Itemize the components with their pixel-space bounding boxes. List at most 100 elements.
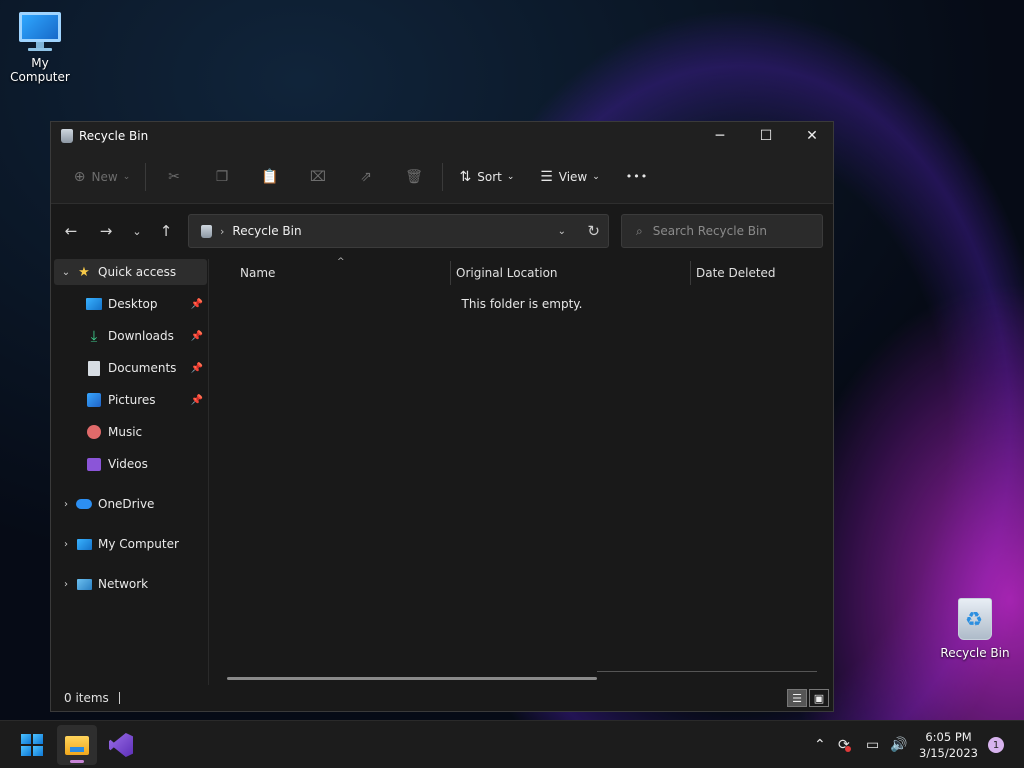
- chevron-right-icon[interactable]: ›: [56, 539, 76, 550]
- desktop-icon-recycle-bin[interactable]: Recycle Bin: [935, 598, 1015, 660]
- toolbar-separator: [442, 162, 443, 191]
- music-icon: [87, 425, 101, 439]
- recent-locations-button[interactable]: ⌄: [123, 218, 151, 244]
- navigation-pane: ⌄ ★ Quick access Desktop 📌 ⤓ Downloads 📌…: [51, 259, 209, 685]
- close-button[interactable]: ✕: [789, 122, 835, 150]
- nav-item-documents[interactable]: Documents 📌: [54, 355, 207, 381]
- chevron-down-icon[interactable]: ⌄: [56, 267, 76, 278]
- trash-icon: 🗑: [405, 168, 423, 185]
- running-indicator: [70, 760, 84, 763]
- file-explorer-window: Recycle Bin ─ ☐ ✕ ⊕ New ⌄ ✂ ❐ 📋 ⌧ ⇗ 🗑 ⇅ …: [50, 121, 834, 712]
- horizontal-scrollbar[interactable]: [227, 677, 597, 680]
- nav-item-onedrive[interactable]: › OneDrive: [54, 491, 207, 517]
- scrollbar-track: [597, 671, 817, 672]
- chevron-down-icon: ⌄: [592, 171, 600, 182]
- back-button[interactable]: ←: [57, 218, 85, 244]
- address-bar[interactable]: › Recycle Bin ⌄ ↻: [188, 214, 609, 248]
- plus-circle-icon: ⊕: [73, 168, 86, 185]
- more-options-button[interactable]: •••: [613, 161, 661, 193]
- network-status-icon: ▭: [866, 737, 880, 753]
- up-button[interactable]: ↑: [152, 218, 180, 244]
- network-icon: [76, 578, 92, 590]
- pin-icon: 📌: [190, 362, 203, 374]
- item-count: 0 items: [64, 691, 109, 705]
- sort-ascending-icon: ^: [337, 257, 345, 267]
- nav-item-pictures[interactable]: Pictures 📌: [54, 387, 207, 413]
- desktop-icon-label: Recycle Bin: [940, 646, 1010, 660]
- column-separator[interactable]: [450, 261, 451, 285]
- search-input[interactable]: [652, 224, 803, 238]
- recycle-bin-icon: [201, 224, 212, 238]
- start-button[interactable]: [12, 725, 52, 765]
- sync-status-button[interactable]: ⟳: [838, 721, 851, 768]
- copy-button[interactable]: ❐: [198, 161, 246, 193]
- rename-button[interactable]: ⌧: [294, 161, 342, 193]
- chevron-right-icon: ›: [220, 224, 225, 238]
- notification-badge[interactable]: 1: [988, 737, 1004, 753]
- nav-item-music[interactable]: Music: [54, 419, 207, 445]
- delete-button[interactable]: 🗑: [390, 161, 438, 193]
- chevron-up-icon: ⌃: [814, 737, 826, 753]
- show-hidden-icons-button[interactable]: ⌃: [814, 721, 826, 768]
- column-separator[interactable]: [690, 261, 691, 285]
- maximize-button[interactable]: ☐: [743, 122, 789, 150]
- view-button[interactable]: ☰ View ⌄: [527, 161, 613, 193]
- search-icon: ⌕: [636, 223, 643, 238]
- chevron-right-icon[interactable]: ›: [56, 579, 76, 590]
- nav-item-my-computer[interactable]: › My Computer: [54, 531, 207, 557]
- computer-icon: [19, 12, 61, 51]
- breadcrumb-recycle-bin[interactable]: Recycle Bin: [232, 224, 301, 238]
- taskbar-visual-studio[interactable]: [101, 725, 141, 765]
- cut-button[interactable]: ✂: [150, 161, 198, 193]
- star-icon: ★: [78, 264, 90, 280]
- sort-arrows-icon: ⇅: [459, 168, 472, 185]
- nav-item-downloads[interactable]: ⤓ Downloads 📌: [54, 323, 207, 349]
- command-bar: ⊕ New ⌄ ✂ ❐ 📋 ⌧ ⇗ 🗑 ⇅ Sort ⌄ ☰ View ⌄ ••…: [51, 150, 833, 204]
- nav-item-videos[interactable]: Videos: [54, 451, 207, 477]
- sort-button[interactable]: ⇅ Sort ⌄: [447, 161, 527, 193]
- pin-icon: 📌: [190, 298, 203, 310]
- taskbar-file-explorer[interactable]: [57, 725, 97, 765]
- new-button[interactable]: ⊕ New ⌄: [63, 161, 141, 193]
- large-icons-view-button[interactable]: ▣: [809, 689, 829, 707]
- desktop-folder-icon: [86, 298, 102, 310]
- column-header-name[interactable]: Name: [240, 259, 275, 287]
- desktop-icon-my-computer[interactable]: My Computer: [0, 12, 80, 84]
- search-box[interactable]: ⌕: [621, 214, 823, 248]
- column-header-original-location[interactable]: Original Location: [456, 259, 558, 287]
- speaker-icon: 🔊: [890, 737, 908, 753]
- chevron-right-icon[interactable]: ›: [56, 499, 76, 510]
- nav-item-desktop[interactable]: Desktop 📌: [54, 291, 207, 317]
- thumbnail-view-icon: ▣: [813, 691, 825, 705]
- window-title: Recycle Bin: [79, 129, 149, 143]
- chevron-down-icon: ⌄: [132, 224, 142, 238]
- chevron-down-icon: ⌄: [122, 171, 131, 182]
- clock[interactable]: 6:05 PM 3/15/2023: [919, 729, 978, 761]
- arrow-up-icon: ↑: [159, 222, 173, 240]
- onedrive-icon: [76, 499, 92, 509]
- details-view-button[interactable]: ☰: [787, 689, 807, 707]
- share-button[interactable]: ⇗: [342, 161, 390, 193]
- scissors-icon: ✂: [168, 168, 180, 185]
- forward-button[interactable]: →: [92, 218, 120, 244]
- network-tray-button[interactable]: ▭: [866, 721, 879, 768]
- download-icon: ⤓: [90, 327, 98, 345]
- nav-item-network[interactable]: › Network: [54, 571, 207, 597]
- taskbar: ⌃ ⟳ ▭ 🔊 6:05 PM 3/15/2023 1: [0, 720, 1024, 768]
- volume-tray-button[interactable]: 🔊: [890, 721, 907, 768]
- nav-item-quick-access[interactable]: ⌄ ★ Quick access: [54, 259, 207, 285]
- refresh-button[interactable]: ↻: [587, 222, 600, 240]
- status-bar: 0 items ☰ ▣: [51, 685, 833, 711]
- arrow-right-icon: →: [99, 222, 113, 240]
- details-view-icon: ☰: [792, 691, 802, 705]
- status-divider: [118, 692, 120, 704]
- rename-icon: ⌧: [309, 168, 327, 185]
- minimize-button[interactable]: ─: [697, 122, 743, 150]
- address-row: ← → ⌄ ↑ › Recycle Bin ⌄ ↻ ⌕: [51, 204, 833, 258]
- paste-button[interactable]: 📋: [246, 161, 294, 193]
- file-explorer-icon: [65, 735, 89, 755]
- explorer-body: ⌄ ★ Quick access Desktop 📌 ⤓ Downloads 📌…: [51, 257, 833, 685]
- title-bar[interactable]: Recycle Bin ─ ☐ ✕: [51, 122, 833, 150]
- address-dropdown-button[interactable]: ⌄: [558, 226, 566, 237]
- column-header-date-deleted[interactable]: Date Deleted: [696, 259, 776, 287]
